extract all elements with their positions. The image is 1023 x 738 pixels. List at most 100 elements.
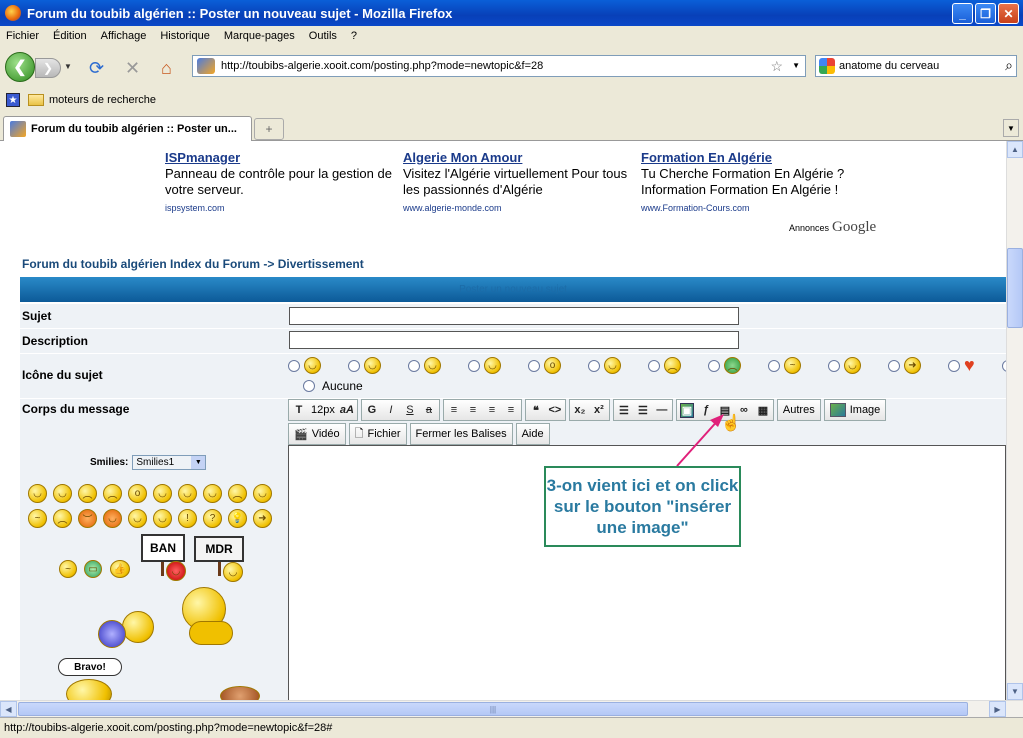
smiley-grin-icon[interactable]: ◡ <box>53 484 72 503</box>
insert-image-icon[interactable]: ▣ <box>679 402 694 418</box>
smiley-thinking-icon[interactable]: ~ <box>59 560 77 578</box>
smiley-idea-icon[interactable]: 💡 <box>228 509 247 528</box>
horizontal-rule-icon[interactable]: — <box>655 404 669 416</box>
menu-outils[interactable]: Outils <box>309 30 337 42</box>
icon-radio[interactable] <box>768 359 780 372</box>
smiley-annoyed-icon[interactable]: ︵ <box>103 484 122 503</box>
tab-list-dropdown-icon[interactable]: ▼ <box>1003 119 1019 137</box>
breadcrumb-forum-link[interactable]: Divertissement <box>278 257 364 271</box>
font-size-button[interactable]: 12px <box>311 404 335 416</box>
back-button[interactable]: ❮ <box>5 52 35 82</box>
search-bar[interactable]: anatome du cerveau ⌕ <box>815 55 1017 77</box>
smiley-sad-icon[interactable]: ︵ <box>78 484 97 503</box>
history-dropdown-icon[interactable]: ▼ <box>64 62 72 71</box>
menu-aide[interactable]: ? <box>351 30 357 42</box>
icon-radio[interactable] <box>288 359 300 372</box>
smiley-happy-icon[interactable]: ◡ <box>203 484 222 503</box>
search-icon[interactable]: ⌕ <box>1005 57 1013 74</box>
menu-historique[interactable]: Historique <box>160 30 210 42</box>
minimize-button[interactable]: _ <box>952 3 973 24</box>
smiley-rolleyes-icon[interactable]: ◡ <box>128 509 147 528</box>
bullet-list-icon[interactable]: ☰ <box>617 404 631 417</box>
icon-radio[interactable] <box>948 359 960 372</box>
code-icon[interactable]: <> <box>548 404 562 416</box>
ban-sticker[interactable]: BAN <box>141 534 185 562</box>
icon-radio[interactable] <box>888 359 900 372</box>
superscript-icon[interactable]: x² <box>592 404 606 416</box>
smiley-eyes-icon[interactable]: o <box>128 484 147 503</box>
icon-radio[interactable] <box>408 359 420 372</box>
ad-url[interactable]: ispsystem.com <box>165 200 395 216</box>
table-icon[interactable]: ▦ <box>756 404 770 417</box>
scroll-up-icon[interactable]: ▲ <box>1007 141 1023 158</box>
font-color-icon[interactable]: T <box>292 404 306 416</box>
underline-icon[interactable]: S <box>403 404 417 416</box>
smilies-select[interactable]: Smilies1 ▼ <box>132 455 207 470</box>
smiley-tongue-icon[interactable]: ◡ <box>253 484 272 503</box>
numbered-list-icon[interactable]: ☰ <box>636 404 650 417</box>
horizontal-scrollbar[interactable]: ◀ ||| ▶ <box>0 700 1023 717</box>
icon-radio[interactable] <box>588 359 600 372</box>
fichier-button[interactable]: 🗋 Fichier <box>348 423 407 445</box>
breadcrumb-index-link[interactable]: Forum du toubib algérien Index du Forum <box>22 257 260 271</box>
bold-icon[interactable]: G <box>365 404 379 416</box>
vertical-scroll-thumb[interactable] <box>1007 248 1023 328</box>
smiley-arrow-icon[interactable]: ➜ <box>253 509 272 528</box>
scroll-right-icon[interactable]: ▶ <box>989 701 1006 717</box>
scroll-down-icon[interactable]: ▼ <box>1007 683 1023 700</box>
smiley-wink-icon[interactable]: ◡ <box>153 484 172 503</box>
align-center-icon[interactable]: ≡ <box>466 404 480 416</box>
smiley-mad-icon[interactable]: ︵ <box>228 484 247 503</box>
forward-button[interactable]: ❯ <box>35 58 61 78</box>
strikethrough-icon[interactable]: a <box>422 404 436 416</box>
video-button[interactable]: 🎬 Vidéo <box>288 423 346 445</box>
description-input[interactable] <box>289 331 739 349</box>
smiley-evil-icon[interactable]: ︶ <box>78 509 97 528</box>
align-right-icon[interactable]: ≡ <box>485 404 499 416</box>
aucune-radio[interactable] <box>303 380 315 392</box>
ad-title-link[interactable]: ISPmanager <box>165 150 395 166</box>
bookmark-star-icon[interactable]: ☆ <box>770 58 783 75</box>
tab-forum[interactable]: Forum du toubib algérien :: Poster un... <box>3 116 252 141</box>
smiley-teeth-icon[interactable]: ▭ <box>84 560 102 578</box>
close-tags-button[interactable]: Fermer les Balises <box>409 423 513 445</box>
flash-icon[interactable]: ƒ <box>699 404 713 416</box>
icon-radio[interactable] <box>468 359 480 372</box>
google-search-engine-icon[interactable] <box>819 58 835 74</box>
smiley-question-icon[interactable]: ? <box>203 509 222 528</box>
ad-url[interactable]: www.algerie-monde.com <box>403 200 633 216</box>
menu-edition[interactable]: Édition <box>53 30 87 42</box>
menu-affichage[interactable]: Affichage <box>101 30 147 42</box>
align-left-icon[interactable]: ≡ <box>447 404 461 416</box>
subscript-icon[interactable]: x₂ <box>573 404 587 416</box>
scroll-left-icon[interactable]: ◀ <box>0 701 17 717</box>
search-input[interactable]: anatome du cerveau <box>839 60 939 72</box>
close-button[interactable]: ✕ <box>998 3 1019 24</box>
ad-title-link[interactable]: Algerie Mon Amour <box>403 150 633 166</box>
maximize-button[interactable]: ❐ <box>975 3 996 24</box>
subject-input[interactable] <box>289 307 739 325</box>
icon-radio[interactable] <box>348 359 360 372</box>
annonces-google[interactable]: Annonces Google <box>789 219 876 236</box>
italic-icon[interactable]: I <box>384 404 398 416</box>
new-tab-button[interactable]: + <box>254 118 284 140</box>
menu-fichier[interactable]: Fichier <box>6 30 39 42</box>
icon-radio[interactable] <box>708 359 720 372</box>
url-dropdown-icon[interactable]: ▼ <box>792 61 800 70</box>
bookmarks-star-icon[interactable]: ★ <box>6 93 20 107</box>
image-button[interactable]: Image <box>823 399 887 421</box>
horizontal-scroll-thumb[interactable]: ||| <box>18 702 968 716</box>
url-bar[interactable]: http://toubibs-algerie.xooit.com/posting… <box>192 55 806 77</box>
mdr-sticker[interactable]: MDR <box>194 536 244 562</box>
stop-icon[interactable]: ✕ <box>125 58 140 79</box>
menu-marque-pages[interactable]: Marque-pages <box>224 30 295 42</box>
align-justify-icon[interactable]: ≡ <box>504 404 518 416</box>
reload-icon[interactable]: ⟳ <box>89 58 104 79</box>
smiley-devil-icon[interactable]: ◡ <box>103 509 122 528</box>
vertical-scrollbar[interactable]: ▲ ▼ <box>1006 141 1023 700</box>
autres-button[interactable]: Autres <box>776 399 821 421</box>
bookmark-folder-moteurs[interactable]: moteurs de recherche <box>49 94 156 106</box>
icon-radio[interactable] <box>648 359 660 372</box>
icon-radio[interactable] <box>828 359 840 372</box>
ad-url[interactable]: www.Formation-Cours.com <box>641 200 871 216</box>
